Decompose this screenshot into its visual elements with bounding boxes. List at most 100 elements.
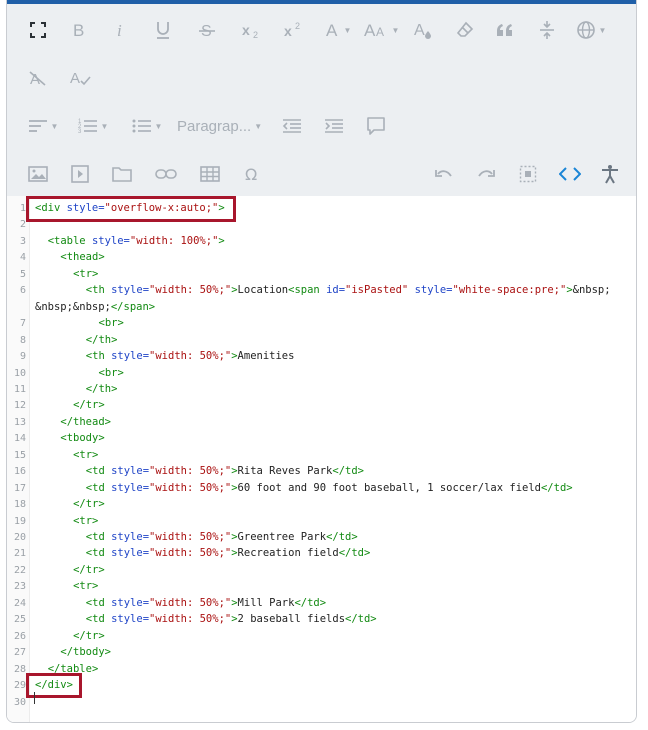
underline-icon[interactable] (149, 14, 177, 46)
rich-text-editor: B i S x2 x2 A ▼ A A ▼ A ▼ A A ▼ 1 2 3 ▼ … (6, 0, 637, 723)
globe-language-icon[interactable]: ▼ (571, 14, 611, 46)
redo-icon[interactable] (471, 158, 501, 190)
code-line: <tr> (73, 515, 98, 527)
code-token-str: "width: 50%;" (149, 481, 232, 494)
paragraph-format-dropdown[interactable]: Paragrap... ▼ (177, 110, 269, 142)
code-line: </th> (86, 334, 118, 346)
code-token-tag: </th> (85, 382, 118, 395)
code-token-tag: <th (85, 350, 112, 363)
fullscreen-icon[interactable] (23, 14, 53, 46)
select-all-icon[interactable] (513, 158, 543, 190)
code-token-tag: </td> (338, 547, 371, 560)
code-token-tag: <td (85, 531, 112, 543)
subscript-icon[interactable]: x2 (237, 14, 267, 46)
folder-icon[interactable] (107, 158, 137, 190)
clear-format-icon[interactable] (451, 14, 479, 46)
line-number: 11 (13, 383, 26, 395)
code-line: <td style="width: 50%;">2 baseball field… (86, 613, 377, 625)
special-character-omega-icon[interactable]: Ω (237, 158, 267, 190)
indent-icon[interactable] (319, 110, 349, 142)
svg-text:A: A (70, 70, 80, 87)
code-line: <th style="width: 50%;">Location<span id… (86, 284, 611, 296)
code-token-str: "width: 50%;" (149, 531, 232, 543)
link-icon[interactable] (151, 158, 181, 190)
paragraph-format-label: Paragrap... (177, 117, 252, 135)
bold-icon[interactable]: B (65, 14, 93, 46)
superscript-icon[interactable]: x2 (279, 14, 309, 46)
line-number: 8 (19, 334, 26, 346)
italic-icon[interactable]: i (107, 14, 135, 46)
code-token-tag: </td> (332, 465, 364, 478)
code-line: <th style="width: 50%;">Amenities (86, 350, 295, 362)
code-token-tag: </tr> (73, 498, 105, 511)
code-token-tag: </tr> (73, 629, 105, 642)
code-line: &nbsp;&nbsp;</span> (35, 301, 155, 313)
code-line: </tr> (73, 498, 105, 510)
spell-check-icon[interactable]: A (65, 62, 95, 94)
code-token-str: "width: 50%;" (149, 613, 232, 626)
code-token-tag: <td (85, 596, 112, 609)
svg-text:x: x (284, 23, 292, 39)
font-size-icon[interactable]: A A ▼ (361, 14, 401, 46)
code-token-attr: style= (111, 531, 150, 543)
code-token-attr: style= (111, 465, 150, 478)
svg-text:2: 2 (253, 30, 258, 39)
code-line: <br> (99, 367, 124, 379)
code-token-tag: <span (288, 284, 327, 297)
code-token-tag: </tr> (73, 399, 105, 412)
code-view-icon[interactable] (555, 158, 585, 190)
code-token-str: "width: 50%;" (149, 547, 232, 560)
code-token-tag: <td (85, 547, 112, 560)
code-line: </tbody> (60, 646, 111, 658)
line-number: 17 (13, 482, 26, 494)
code-line: <td style="width: 50%;">Recreation field… (86, 547, 371, 559)
code-line: <tr> (73, 449, 98, 461)
quote-icon[interactable] (491, 14, 519, 46)
code-token-text: Mill Park (237, 596, 295, 609)
code-token-str: "width: 50%;" (149, 596, 232, 609)
code-token-text: Amenities (237, 350, 295, 363)
font-family-icon[interactable]: A ▼ (321, 14, 355, 46)
line-number: 15 (13, 449, 26, 461)
code-token-tag: <td (85, 613, 112, 626)
ordered-list-icon[interactable]: 1 2 3 ▼ (71, 110, 115, 142)
code-token-attr: style= (111, 547, 150, 560)
code-token-tag: </tbody> (60, 646, 111, 659)
text-color-icon[interactable]: A (409, 14, 437, 46)
line-number: 18 (13, 499, 26, 511)
svg-text:2: 2 (295, 21, 300, 31)
line-number: 10 (13, 367, 26, 379)
code-line: </thead> (60, 416, 111, 428)
code-token-tag: </td> (294, 596, 327, 609)
line-height-icon[interactable] (533, 14, 561, 46)
code-token-tag: <td (85, 465, 112, 478)
line-number: 4 (19, 252, 26, 264)
text-direction-icon[interactable]: A (23, 62, 53, 94)
table-icon[interactable] (195, 158, 225, 190)
svg-text:Ω: Ω (245, 165, 257, 183)
svg-text:3: 3 (78, 129, 82, 135)
code-token-tag: <tr> (73, 448, 99, 461)
strikethrough-icon[interactable]: S (193, 14, 221, 46)
code-token-attr: style= (414, 284, 453, 297)
code-view[interactable]: 1 <div style="overflow-x:auto;"> 2 3 <table … (7, 196, 636, 722)
svg-text:B: B (73, 21, 84, 39)
align-icon[interactable]: ▼ (23, 110, 63, 142)
code-token-str: "width: 50%;" (149, 284, 232, 297)
code-token-tag: <td (85, 481, 112, 494)
code-line: <td style="width: 50%;">Greentree Park</… (86, 531, 358, 543)
video-icon[interactable] (65, 158, 95, 190)
code-line: <tr> (73, 580, 98, 592)
code-line: <tr> (73, 268, 98, 280)
unordered-list-icon[interactable]: ▼ (125, 110, 169, 142)
undo-icon[interactable] (429, 158, 459, 190)
accessibility-icon[interactable] (595, 158, 625, 190)
comment-icon[interactable] (361, 110, 391, 142)
code-line: <br> (99, 317, 124, 329)
code-token-text: &nbsp; (572, 284, 611, 297)
code-line: <td style="width: 50%;">Rita Reves Park<… (86, 465, 364, 477)
text-cursor (34, 692, 35, 704)
outdent-icon[interactable] (277, 110, 307, 142)
image-icon[interactable] (23, 158, 53, 190)
svg-text:x: x (242, 22, 250, 38)
